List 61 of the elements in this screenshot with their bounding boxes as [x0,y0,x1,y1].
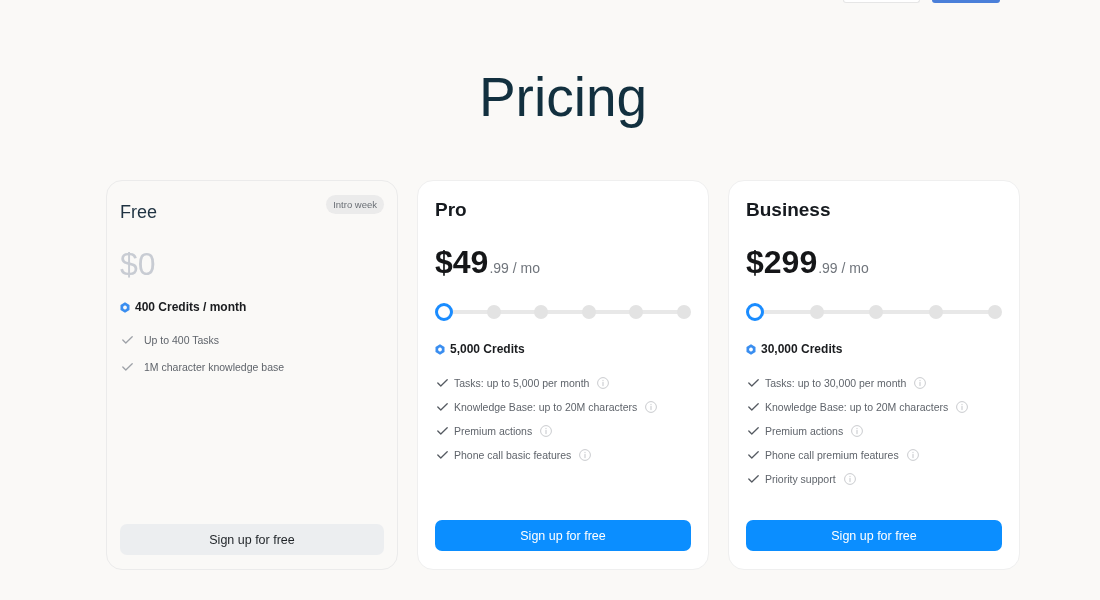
check-icon [122,363,133,371]
check-icon [437,427,448,435]
price-amount: $49 [435,243,489,281]
credits-label: 30,000 Credits [761,341,843,357]
feature-text: Knowledge Base: up to 20M characters [765,400,949,415]
feature-text: Premium actions [454,424,533,439]
check-icon [437,451,448,459]
info-icon[interactable] [597,377,610,389]
feature-text: Priority support [765,472,836,487]
check-icon [748,475,759,483]
slider-stop[interactable] [869,305,883,319]
info-icon[interactable] [645,401,658,413]
slider-thumb[interactable] [746,303,764,321]
slider-stop[interactable] [486,305,501,319]
feature-text: Tasks: up to 30,000 per month [765,376,907,391]
slider-stop[interactable] [581,305,596,319]
plan-name: Business [746,199,831,221]
slider-stop[interactable] [629,305,644,319]
slider-stop[interactable] [809,305,824,319]
slider-stop[interactable] [676,305,691,319]
slider-stop[interactable] [928,305,943,319]
feature-text: 1M character knowledge base [144,360,285,375]
price-suffix: .99 / mo [818,260,869,276]
feature-text: Knowledge Base: up to 20M characters [454,400,638,415]
info-icon[interactable] [956,401,969,413]
check-icon [437,379,448,387]
info-icon[interactable] [914,377,927,389]
check-icon [748,427,759,435]
check-icon [748,451,759,459]
page-title: Pricing [478,65,648,130]
slider-thumb[interactable] [435,303,453,321]
info-icon[interactable] [540,425,553,437]
info-icon[interactable] [851,425,864,437]
hexagon-icon [120,301,130,313]
plan-name: Free [120,201,157,223]
slider-stop[interactable] [988,305,1002,319]
signup-button[interactable]: Sign up for free [746,520,1002,551]
check-icon [748,403,759,411]
check-icon [437,403,448,411]
check-icon [122,336,133,344]
slider-stop[interactable] [534,305,549,319]
price-amount: $299 [746,243,818,281]
info-icon[interactable] [906,449,919,461]
info-icon[interactable] [579,449,592,461]
plan-badge: Intro week [326,195,384,214]
hexagon-icon [435,343,445,355]
plan-name: Pro [435,199,467,221]
feature-text: Premium actions [765,424,844,439]
feature-text: Up to 400 Tasks [144,333,220,348]
feature-text: Phone call premium features [765,448,899,463]
credits-label: 400 Credits / month [135,299,247,315]
check-icon [748,379,759,387]
feature-text: Phone call basic features [454,448,572,463]
info-icon[interactable] [843,473,856,485]
signup-button[interactable]: Sign up for free [435,520,691,551]
signup-button[interactable]: Sign up for free [120,524,384,555]
credits-label: 5,000 Credits [450,341,525,357]
feature-text: Tasks: up to 5,000 per month [454,376,590,391]
price-suffix: .99 / mo [489,260,540,276]
header-button[interactable] [932,0,1000,3]
hexagon-icon [746,343,756,355]
